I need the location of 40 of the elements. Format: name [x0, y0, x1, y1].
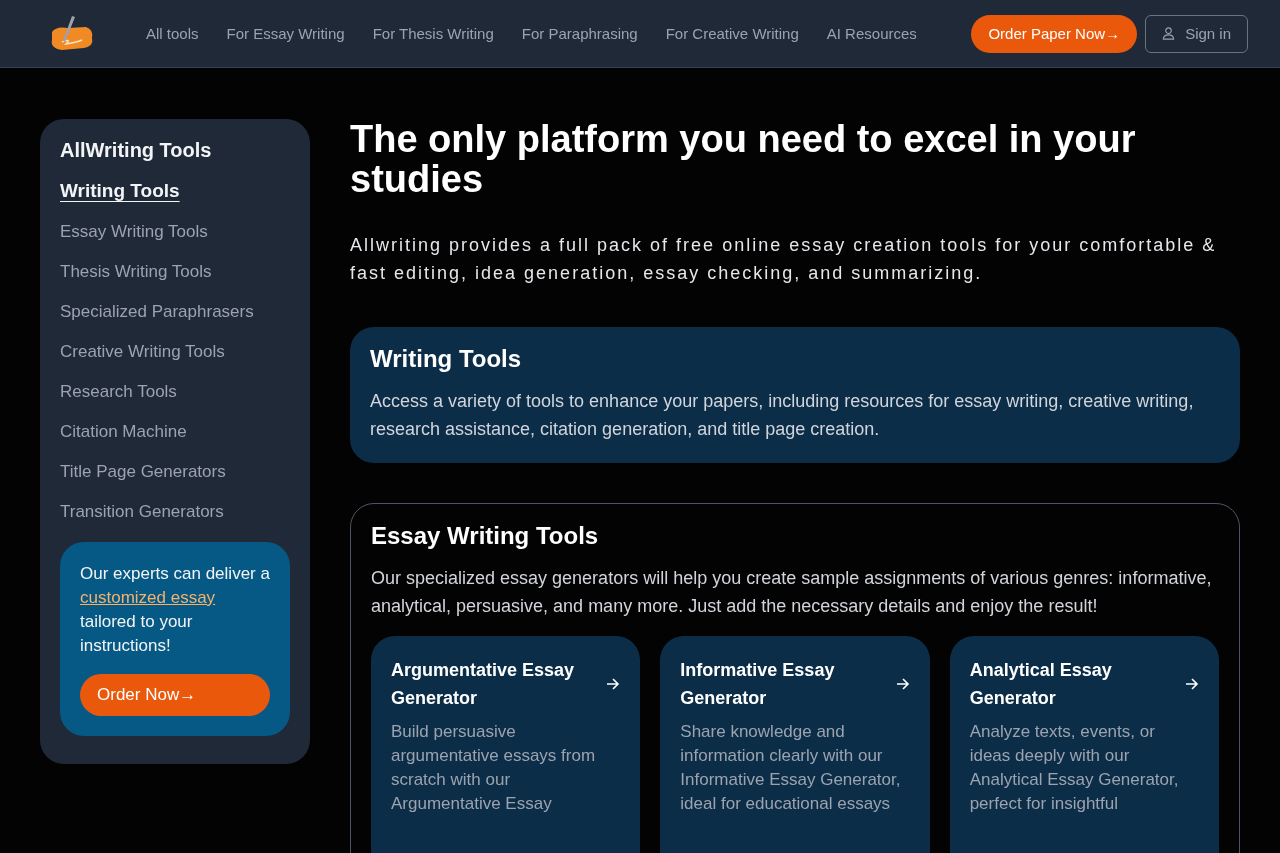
- sidebar-item[interactable]: Thesis Writing Tools: [60, 262, 212, 302]
- arrow-icon: [895, 677, 910, 691]
- nav-link[interactable]: For Creative Writing: [665, 25, 799, 42]
- tool-title: Analytical Essay Generator: [969, 659, 1113, 710]
- sidebar-item[interactable]: Transition Generators: [60, 502, 224, 542]
- arrow-icon: [1185, 677, 1199, 691]
- order-button[interactable]: Order Paper Now→: [971, 14, 1138, 53]
- customized-essay-link[interactable]: customized essay: [80, 588, 216, 607]
- sidebar-item[interactable]: Specialized Paraphrasers: [60, 302, 254, 342]
- page-heading: The only platform you need to excel in your studies: [350, 119, 1137, 199]
- nav-link[interactable]: All tools: [146, 25, 199, 42]
- sidebar-title: AllWriting Tools: [60, 139, 213, 162]
- tool-description: Share knowledge and information clearly with our Informative Essay Generator, ideal for educational essays: [680, 721, 902, 815]
- nav-link[interactable]: For Paraphrasing: [521, 25, 638, 42]
- intro-paragraph: Allwriting provides a full pack of free online essay creation tools for your comfortable & fast editing, idea generation, essay checking, and summarizing.: [350, 234, 1218, 285]
- card-title: Writing Tools: [370, 345, 523, 373]
- sidebar-item[interactable]: Writing Tools: [60, 180, 180, 222]
- sidebar-item[interactable]: Title Page Generators: [60, 462, 226, 502]
- sidebar-item[interactable]: Creative Writing Tools: [60, 342, 225, 382]
- tool-card[interactable]: Analytical Essay Generator Analyze texts, events, or ideas deeply with our Analytical Essay Generator, perfect for insightful: [949, 636, 1219, 853]
- section-text: Our specialized essay generators will help you create sample assignments of various genres: informative, analytical, persuasive, and many more. Just add the necessary details and enjoy the result!: [371, 567, 1213, 618]
- card-text: Access a variety of tools to enhance your papers, including resources for essay writing, creative writing, research assistance, citation generation, and title page creation.: [370, 390, 1195, 441]
- sidebar-item[interactable]: Essay Writing Tools: [60, 222, 208, 262]
- tool-title: Argumentative Essay Generator: [391, 659, 576, 710]
- promo-text: Our experts can deliver a customized essay tailored to your instructions!: [80, 563, 270, 657]
- sign-in-button[interactable]: Sign in: [1145, 14, 1248, 53]
- nav-link[interactable]: AI Resources: [826, 25, 917, 42]
- tool-description: Build persuasive argumentative essays from scratch with our Argumentative Essay: [391, 721, 597, 815]
- section-title: Essay Writing Tools: [371, 522, 600, 550]
- tool-card[interactable]: Argumentative Essay Generator Build persuasive argumentative essays from scratch with our Argumentative Essay: [371, 636, 641, 853]
- tool-card[interactable]: Informative Essay Generator Share knowledge and information clearly with our Informative Essay Generator, ideal for educational essays: [660, 636, 930, 853]
- order-now-button[interactable]: Order Now→: [80, 674, 270, 716]
- user-icon: [1162, 27, 1176, 40]
- nav-link[interactable]: For Thesis Writing: [372, 25, 494, 42]
- nav-link[interactable]: For Essay Writing: [226, 25, 345, 42]
- sidebar-item[interactable]: Research Tools: [60, 382, 177, 422]
- tool-title: Informative Essay Generator: [680, 659, 836, 710]
- tool-description: Analyze texts, events, or ideas deeply with our Analytical Essay Generator, perfect for insightful: [969, 721, 1180, 815]
- sidebar-item[interactable]: Citation Machine: [60, 422, 187, 462]
- arrow-icon: [606, 677, 621, 691]
